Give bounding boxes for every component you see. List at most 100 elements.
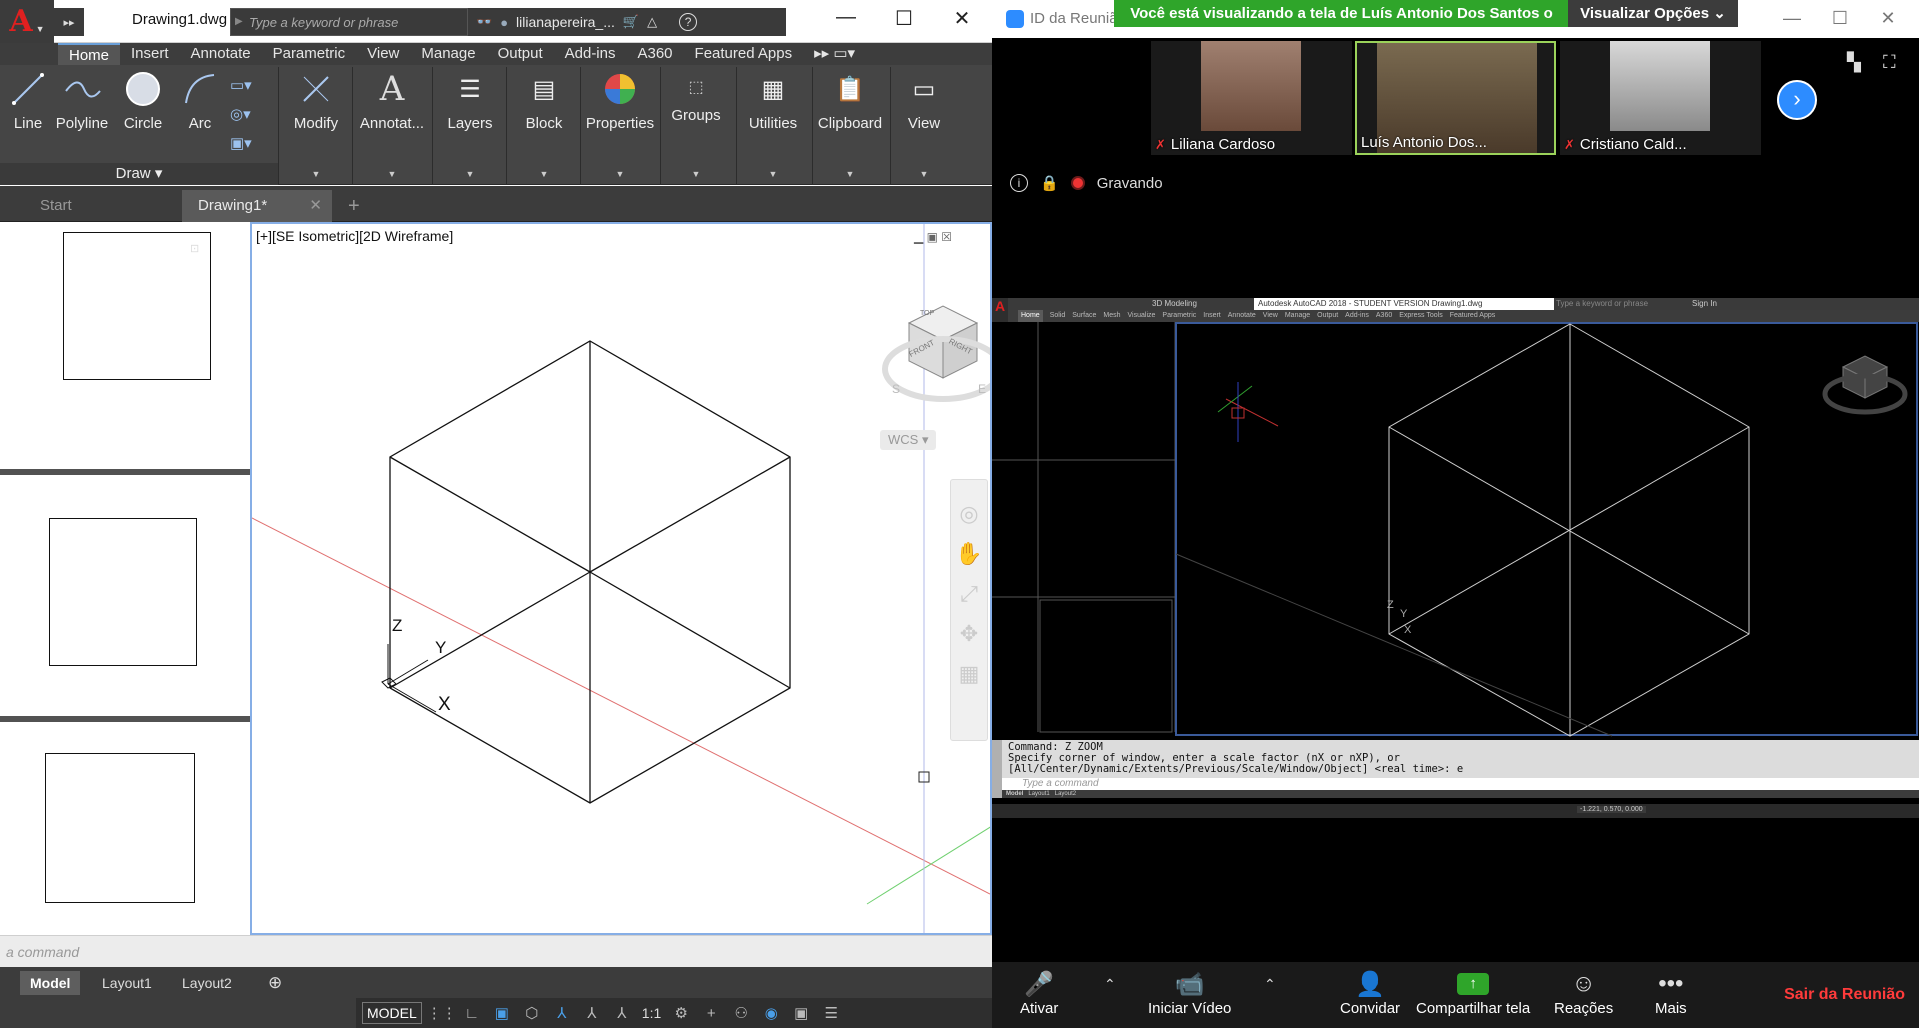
remote-app-icon: A <box>992 298 1008 322</box>
more-button[interactable]: ••• Mais <box>1655 968 1687 1017</box>
ortho-icon[interactable]: ▣ <box>492 1003 512 1023</box>
hardware-acceleration-icon[interactable]: ◉ <box>761 1003 781 1023</box>
participant-video <box>1201 41 1301 131</box>
reactions-button[interactable]: ☺ Reações <box>1554 968 1613 1017</box>
tab-home[interactable]: Home <box>58 43 121 65</box>
remote-title-bar: 3D Modeling Autodesk AutoCAD 2018 - STUD… <box>992 298 1919 310</box>
viewcube-south[interactable]: S <box>892 382 900 396</box>
model-space-button[interactable]: MODEL <box>362 1002 422 1024</box>
tab-manage[interactable]: Manage <box>410 43 486 65</box>
help-icon[interactable]: ? <box>679 13 698 31</box>
clipboard-panel-button[interactable]: 📋 Clipboard ▼ <box>814 65 886 185</box>
sign-in-user[interactable]: lilianapereira_... <box>516 14 615 30</box>
tab-drawing1[interactable]: Drawing1* ✕ <box>182 190 332 222</box>
command-line[interactable]: a command▲ <box>0 935 992 967</box>
tab-parametric[interactable]: Parametric <box>262 43 357 65</box>
new-tab-button[interactable]: + <box>340 190 368 222</box>
isolate-icon[interactable]: ⚇ <box>731 1003 751 1023</box>
main-viewport[interactable]: [+][SE Isometric][2D Wireframe] ▁ ▣ ☒ TO… <box>250 222 992 935</box>
zoom-maximize-button[interactable]: ☐ <box>1820 8 1860 29</box>
lock-icon[interactable]: 🔒 <box>1040 174 1059 192</box>
participant-tile[interactable]: ✗ Cristiano Cald... <box>1560 41 1761 155</box>
video-options-chevron-icon[interactable]: ⌃ <box>1264 976 1276 993</box>
maximize-button[interactable]: ☐ <box>884 6 924 31</box>
search-input[interactable]: ▶ Type a keyword or phrase <box>230 8 468 36</box>
application-menu-button[interactable]: A ▼ <box>0 0 54 43</box>
annotation-visibility-icon[interactable]: ⅄ <box>612 1003 632 1023</box>
grid-icon[interactable]: ⋮⋮ <box>427 1003 457 1023</box>
viewcube-top-face[interactable]: TOP <box>920 310 934 317</box>
zoom-minimize-button[interactable]: — <box>1772 8 1812 29</box>
binoculars-icon[interactable]: 👓 <box>476 14 492 30</box>
navbar-icons[interactable]: ◎ ✋ ⤢ ✥ ▦ <box>951 494 987 694</box>
draw-small-tools[interactable]: ▭▾ ◎▾ ▣▾ <box>230 71 266 159</box>
scale-dropdown[interactable]: 1:1 <box>642 1005 661 1021</box>
navigation-bar[interactable]: ◎ ✋ ⤢ ✥ ▦ <box>950 479 988 741</box>
a360-icon[interactable]: △ <box>647 14 657 30</box>
annotation-panel-button[interactable]: A Annotat... ▼ <box>356 65 428 185</box>
draw-panel-label[interactable]: Draw ▾ <box>0 163 278 185</box>
zoom-close-button[interactable]: ✕ <box>1868 8 1908 29</box>
start-video-button[interactable]: 📹 Iniciar Vídeo <box>1148 968 1231 1018</box>
block-panel-button[interactable]: ▤ Block ▼ <box>514 65 574 185</box>
groups-panel-button[interactable]: ⬚ Groups ▼ <box>664 65 728 185</box>
next-participants-button[interactable]: › <box>1777 80 1817 120</box>
ribbon-panel: Line Polyline Circle ▼ Arc ▼ ▭▾◎▾▣▾ Draw… <box>0 65 992 185</box>
unmute-button[interactable]: 🎤 Ativar <box>1020 968 1058 1018</box>
share-screen-button[interactable]: ↑ Compartilhar tela <box>1416 968 1530 1017</box>
close-button[interactable]: ✕ <box>942 6 982 31</box>
minimize-button[interactable]: — <box>826 6 866 29</box>
tab-model[interactable]: Model <box>20 971 81 995</box>
wcs-menu[interactable]: WCS ▾ <box>880 430 937 450</box>
screen-share-banner: Você está visualizando a tela de Luís An… <box>1114 0 1569 27</box>
invite-button[interactable]: 👤 Convidar <box>1340 968 1400 1018</box>
tab-a360[interactable]: A360 <box>626 43 683 65</box>
3d-osnap-icon[interactable]: ⬡ <box>522 1003 542 1023</box>
remote-drawing-area <box>992 322 1919 740</box>
color-wheel-icon <box>600 69 640 109</box>
calculator-icon: ▦ <box>761 75 785 103</box>
clipboard-icon: 📋 <box>835 75 865 103</box>
dynamic-ucs-icon[interactable]: ⅄ <box>552 1003 572 1023</box>
layout-icon[interactable]: ▚ <box>1847 52 1861 73</box>
tab-insert[interactable]: Insert <box>120 43 180 65</box>
viewport-column: ⊡ <box>0 222 250 935</box>
cart-icon[interactable]: 🛒 <box>623 14 639 30</box>
settings-gear-icon[interactable]: ⚙ <box>671 1003 691 1023</box>
tab-output[interactable]: Output <box>487 43 554 65</box>
tab-featured-apps[interactable]: Featured Apps <box>684 43 804 65</box>
utilities-panel-button[interactable]: ▦ Utilities ▼ <box>740 65 806 185</box>
infocenter-toolbar: 👓 ● lilianapereira_... 🛒 △ ? <box>468 8 786 36</box>
fullscreen-icon[interactable]: ⛶ <box>1883 52 1896 73</box>
annotation-scale-icon[interactable]: ⅄ <box>582 1003 602 1023</box>
info-icon[interactable]: i <box>1010 174 1028 192</box>
tab-addins[interactable]: Add-ins <box>554 43 627 65</box>
remote-command-history: Command: Z ZOOM Specify corner of window,… <box>1008 741 1464 775</box>
smiley-icon: ☺ <box>1571 970 1596 997</box>
customize-menu-icon[interactable]: ☰ <box>821 1003 841 1023</box>
plus-icon[interactable]: + <box>701 1003 721 1023</box>
tab-layout2[interactable]: Layout2 <box>172 971 242 995</box>
tab-view[interactable]: View <box>356 43 410 65</box>
view-options-button[interactable]: Visualizar Opções ⌄ <box>1568 0 1738 27</box>
modify-panel-button[interactable]: Modify ▼ <box>286 65 346 185</box>
tab-annotate[interactable]: Annotate <box>180 43 262 65</box>
leave-meeting-button[interactable]: Sair da Reunião <box>1784 986 1905 1004</box>
properties-panel-button[interactable]: Properties ▼ <box>584 65 656 185</box>
participant-tile[interactable]: ✗ Liliana Cardoso <box>1151 41 1352 155</box>
muted-mic-icon: ✗ <box>1155 137 1166 152</box>
quick-access-more-button[interactable]: ▸▸ <box>54 8 84 36</box>
audio-options-chevron-icon[interactable]: ⌃ <box>1104 976 1116 993</box>
participant-tile-active-speaker[interactable]: Luís Antonio Dos... <box>1355 41 1556 155</box>
add-layout-button[interactable]: ⊕ <box>258 971 292 995</box>
clean-screen-icon[interactable]: ▣ <box>791 1003 811 1023</box>
close-tab-icon[interactable]: ✕ <box>309 190 322 222</box>
more-tabs-icon[interactable]: ▸▸ ▭▾ <box>803 43 866 65</box>
tab-layout1[interactable]: Layout1 <box>92 971 162 995</box>
view-panel-button[interactable]: ▭ View ▼ <box>896 65 952 185</box>
viewcube-east[interactable]: E <box>978 382 986 396</box>
meeting-status-row: i 🔒 Gravando <box>1010 174 1163 192</box>
layers-panel-button[interactable]: ☰ Layers ▼ <box>440 65 500 185</box>
snap-icon[interactable]: ∟ <box>462 1003 482 1023</box>
tab-start[interactable]: Start <box>24 190 88 222</box>
